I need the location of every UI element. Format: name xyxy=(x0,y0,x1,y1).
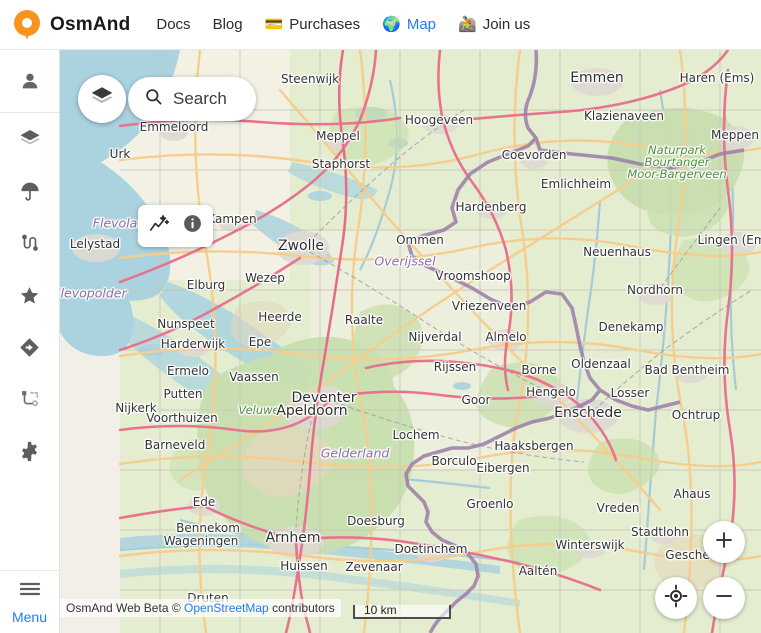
sidebar-item-layers[interactable] xyxy=(0,113,60,165)
navigation-arrow-icon xyxy=(18,336,41,359)
map-attribution: OsmAnd Web Beta © OpenStreetMap contribu… xyxy=(60,599,341,617)
globe-icon: 🌍 xyxy=(382,17,401,32)
sidebar-tools-section xyxy=(0,113,59,477)
credit-card-icon: 💳 xyxy=(265,17,284,32)
umbrella-icon xyxy=(19,180,41,202)
sidebar-item-plan-route[interactable] xyxy=(0,373,60,425)
left-sidebar: Menu xyxy=(0,50,60,633)
map-search-placeholder: Search xyxy=(173,89,227,109)
sidebar-item-weather[interactable] xyxy=(0,165,60,217)
route-squiggle-icon xyxy=(19,232,41,254)
sidebar-item-favorites[interactable] xyxy=(0,269,60,321)
sidebar-item-navigation[interactable] xyxy=(0,321,60,373)
info-circle-icon xyxy=(182,213,203,239)
nav-label: Purchases xyxy=(289,16,360,33)
brand-name: OsmAnd xyxy=(50,14,130,36)
main-nav: Docs Blog 💳 Purchases 🌍 Map 🚵 Join us xyxy=(156,16,530,33)
hamburger-icon xyxy=(17,579,43,599)
nav-item-blog[interactable]: Blog xyxy=(213,16,243,33)
sidebar-menu-label: Menu xyxy=(12,609,47,625)
person-icon xyxy=(19,70,41,92)
hamburger-icon-wrap[interactable] xyxy=(0,571,60,607)
cyclist-icon: 🚵 xyxy=(458,17,477,32)
layers-icon xyxy=(18,127,42,151)
map-pin-icon xyxy=(14,10,40,40)
attribution-prefix: OsmAnd Web Beta © xyxy=(66,601,184,615)
sidebar-item-tracks[interactable] xyxy=(0,217,60,269)
sidebar-top-section xyxy=(0,50,59,112)
my-location-icon xyxy=(664,584,688,613)
map-layers-button[interactable] xyxy=(78,75,126,123)
nav-label: Map xyxy=(407,16,436,33)
layers-icon xyxy=(89,84,115,115)
openstreetmap-link[interactable]: OpenStreetMap xyxy=(184,601,269,615)
track-sparkle-icon xyxy=(148,213,170,240)
map-search-bar[interactable]: Search xyxy=(128,77,256,121)
map-scale-label: 10 km xyxy=(364,603,397,617)
my-location-button[interactable] xyxy=(655,577,697,619)
track-analysis-button[interactable] xyxy=(145,212,173,240)
site-header: OsmAnd Docs Blog 💳 Purchases 🌍 Map 🚵 Joi… xyxy=(0,0,761,50)
nav-item-docs[interactable]: Docs xyxy=(156,16,190,33)
attribution-suffix: contributors xyxy=(269,601,335,615)
search-icon xyxy=(144,87,163,111)
nav-item-purchases[interactable]: 💳 Purchases xyxy=(265,16,361,33)
sidebar-item-profile[interactable] xyxy=(0,50,60,112)
star-icon xyxy=(18,284,41,307)
gear-icon xyxy=(18,440,41,463)
plus-icon xyxy=(713,529,735,556)
nav-label: Join us xyxy=(483,16,531,33)
nav-label: Blog xyxy=(213,16,243,33)
brand-logo[interactable]: OsmAnd xyxy=(14,10,130,40)
plan-route-icon xyxy=(19,388,41,410)
sidebar-item-settings[interactable] xyxy=(0,425,60,477)
nav-label: Docs xyxy=(156,16,190,33)
nav-item-join-us[interactable]: 🚵 Join us xyxy=(458,16,530,33)
map-tool-panel xyxy=(138,205,213,247)
zoom-out-button[interactable] xyxy=(703,577,745,619)
zoom-in-button[interactable] xyxy=(703,521,745,563)
map-tiles xyxy=(60,50,761,633)
sidebar-menu-button[interactable]: Menu xyxy=(0,571,59,633)
minus-icon xyxy=(713,585,735,612)
map-viewport[interactable]: SteenwijkEmmenHaren (Ems)EmmeloordHoogev… xyxy=(60,50,761,633)
nav-item-map[interactable]: 🌍 Map xyxy=(382,16,436,33)
map-info-button[interactable] xyxy=(178,212,206,240)
